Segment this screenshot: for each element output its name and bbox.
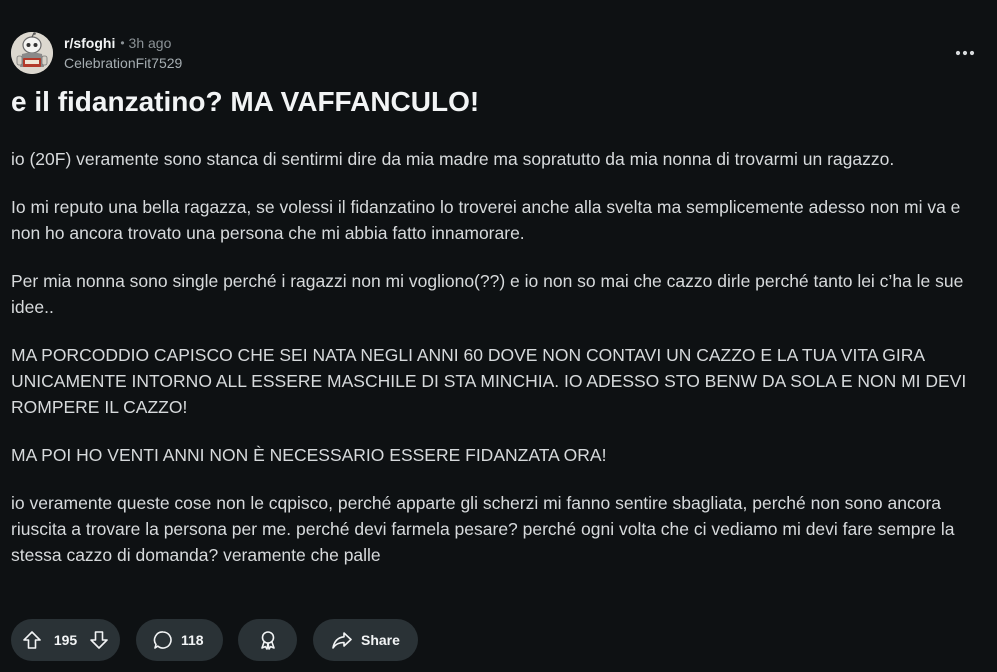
more-options-icon bbox=[955, 50, 975, 56]
post-header: r/sfoghi • 3h ago CelebrationFit7529 bbox=[11, 32, 182, 74]
post-body: io (20F) veramente sono stanca di sentir… bbox=[11, 146, 986, 590]
meta-line: r/sfoghi • 3h ago bbox=[64, 34, 182, 52]
post-time: 3h ago bbox=[128, 35, 172, 51]
comment-bubble-icon bbox=[153, 631, 172, 649]
post: r/sfoghi • 3h ago CelebrationFit7529 e i… bbox=[0, 0, 997, 672]
comment-count: 118 bbox=[181, 632, 204, 648]
award-button[interactable] bbox=[238, 619, 297, 661]
post-title[interactable]: e il fidanzatino? MA VAFFANCULO! bbox=[11, 84, 479, 120]
separator-dot: • bbox=[120, 36, 125, 50]
share-arrow-icon bbox=[332, 632, 352, 649]
post-paragraph: io veramente queste cose non le cqpisco,… bbox=[11, 493, 955, 565]
downvote-button[interactable] bbox=[86, 627, 112, 653]
vote-count: 195 bbox=[53, 632, 78, 648]
post-paragraph: Io mi reputo una bella ragazza, se voles… bbox=[11, 197, 961, 243]
author-link[interactable]: CelebrationFit7529 bbox=[64, 54, 182, 72]
post-paragraph: io (20F) veramente sono stanca di sentir… bbox=[11, 149, 895, 169]
share-button[interactable]: Share bbox=[313, 619, 418, 661]
post-actions: 195 118 Share bbox=[11, 619, 418, 661]
upvote-arrow-icon bbox=[23, 631, 41, 649]
downvote-arrow-icon bbox=[90, 631, 108, 649]
upvote-button[interactable] bbox=[19, 627, 45, 653]
more-options-button[interactable] bbox=[947, 40, 983, 66]
vote-bar: 195 bbox=[11, 619, 120, 661]
post-meta: r/sfoghi • 3h ago CelebrationFit7529 bbox=[64, 34, 182, 72]
subreddit-avatar-icon[interactable] bbox=[11, 32, 53, 74]
share-label: Share bbox=[361, 632, 400, 648]
subreddit-link[interactable]: r/sfoghi bbox=[64, 34, 115, 52]
comments-button[interactable]: 118 bbox=[136, 619, 223, 661]
post-paragraph: Per mia nonna sono single perché i ragaz… bbox=[11, 271, 964, 317]
award-icon bbox=[260, 631, 275, 650]
post-paragraph: MA POI HO VENTI ANNI NON È NECESSARIO ES… bbox=[11, 445, 607, 465]
post-paragraph: MA PORCODDIO CAPISCO CHE SEI NATA NEGLI … bbox=[11, 345, 967, 417]
